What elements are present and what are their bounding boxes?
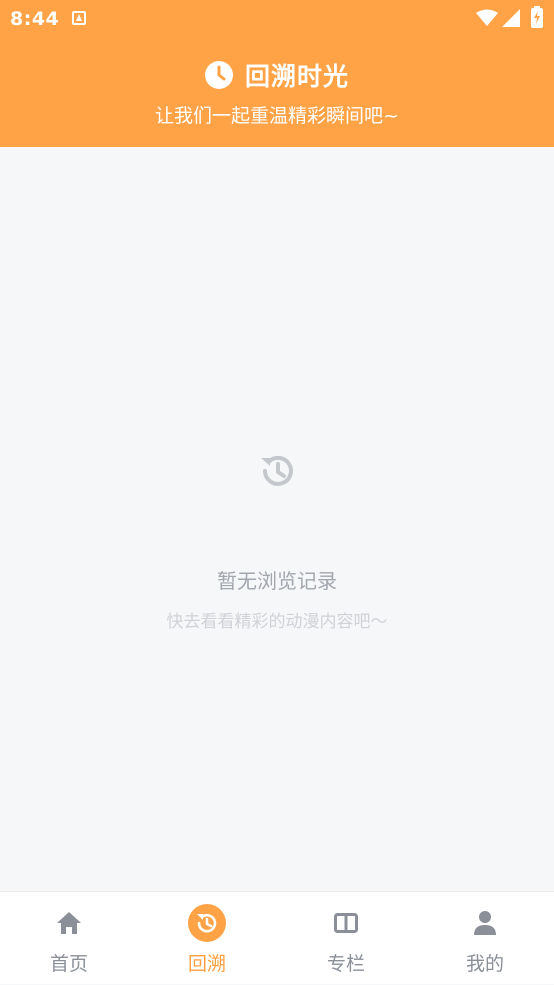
status-bar: 8:44 [0,0,554,38]
history-icon [261,455,293,486]
wifi-icon [476,9,498,26]
tab-home-label: 首页 [49,953,88,975]
empty-state-title: 暂无浏览记录 [217,569,337,593]
signal-icon [502,9,520,27]
empty-state-subtitle: 快去看看精彩的动漫内容吧～ [166,612,388,632]
tab-history-label: 回溯 [187,953,226,975]
tab-history[interactable]: 回溯 [138,892,276,985]
home-icon [50,904,88,942]
battery-icon [531,6,543,28]
history-icon [188,904,226,942]
tab-profile-label: 我的 [465,953,504,975]
notification-icon [72,11,86,25]
header: 8:44 回溯时光 让我们一起重温精彩瞬间吧~ [0,0,554,147]
tab-columns-label: 专栏 [326,953,365,975]
page-subtitle: 让我们一起重温精彩瞬间吧~ [155,105,399,127]
bottom-tab-bar: 首页 回溯 专栏 我的 [0,891,554,984]
user-icon [466,904,504,942]
status-time: 8:44 [10,8,60,30]
columns-icon [327,904,365,942]
clock-icon [204,61,233,89]
tab-profile[interactable]: 我的 [416,892,554,985]
tab-home[interactable]: 首页 [0,892,138,985]
header-title-row: 回溯时光 [0,58,554,92]
page-title: 回溯时光 [244,62,349,91]
tab-columns[interactable]: 专栏 [277,892,415,985]
